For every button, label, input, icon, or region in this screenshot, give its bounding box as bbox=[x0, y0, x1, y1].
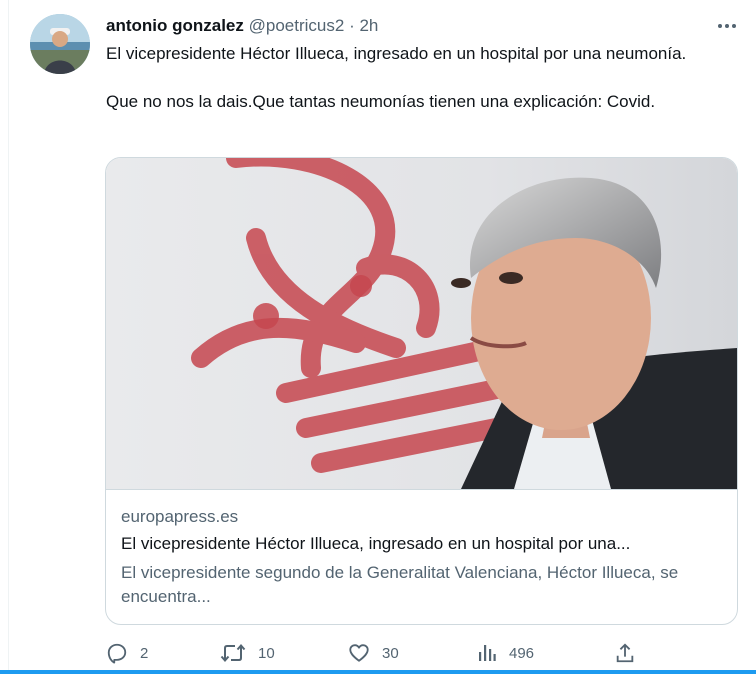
more-options-button[interactable] bbox=[714, 16, 740, 36]
author-display-name[interactable]: antonio gonzalez bbox=[106, 16, 244, 35]
views-count: 496 bbox=[509, 644, 535, 662]
author-handle[interactable]: @poetricus2 bbox=[249, 16, 345, 35]
heart-icon bbox=[349, 644, 369, 662]
like-count: 30 bbox=[382, 644, 399, 662]
share-icon bbox=[616, 643, 634, 663]
reply-count: 2 bbox=[140, 644, 149, 662]
avatar-photo bbox=[30, 14, 90, 74]
link-preview-image[interactable] bbox=[106, 158, 737, 489]
timeline-left-border bbox=[8, 0, 9, 674]
card-description: El vicepresidente segundo de la Generali… bbox=[121, 563, 679, 606]
bottom-scroll-indicator bbox=[0, 670, 756, 674]
tweet-paragraph: Que no nos la dais.Que tantas neumonías … bbox=[106, 92, 656, 111]
retweet-button[interactable]: 10 bbox=[220, 640, 275, 666]
reply-button[interactable]: 2 bbox=[106, 640, 148, 666]
more-icon bbox=[718, 24, 736, 28]
link-preview-card[interactable]: europapress.es El vicepresidente Héctor … bbox=[105, 157, 738, 625]
header-separator: · bbox=[349, 16, 355, 35]
card-domain: europapress.es bbox=[121, 507, 239, 526]
like-button[interactable]: 30 bbox=[348, 640, 399, 666]
tweet-paragraph: El vicepresidente Héctor Illueca, ingres… bbox=[106, 44, 687, 63]
retweet-count: 10 bbox=[258, 644, 275, 662]
tweet-text: El vicepresidente Héctor Illueca, ingres… bbox=[106, 42, 736, 114]
tweet-timestamp[interactable]: 2h bbox=[359, 16, 378, 35]
share-button[interactable] bbox=[614, 640, 636, 666]
link-preview-body[interactable]: europapress.es El vicepresidente Héctor … bbox=[106, 489, 737, 624]
views-icon bbox=[479, 645, 496, 661]
card-title: El vicepresidente Héctor Illueca, ingres… bbox=[121, 534, 631, 553]
retweet-icon bbox=[220, 643, 246, 663]
avatar[interactable] bbox=[30, 14, 90, 74]
tweet-header: antonio gonzalez @poetricus2 · 2h bbox=[106, 15, 378, 37]
views-button[interactable]: 496 bbox=[477, 640, 534, 666]
reply-icon bbox=[107, 643, 127, 664]
article-photo bbox=[106, 158, 737, 489]
